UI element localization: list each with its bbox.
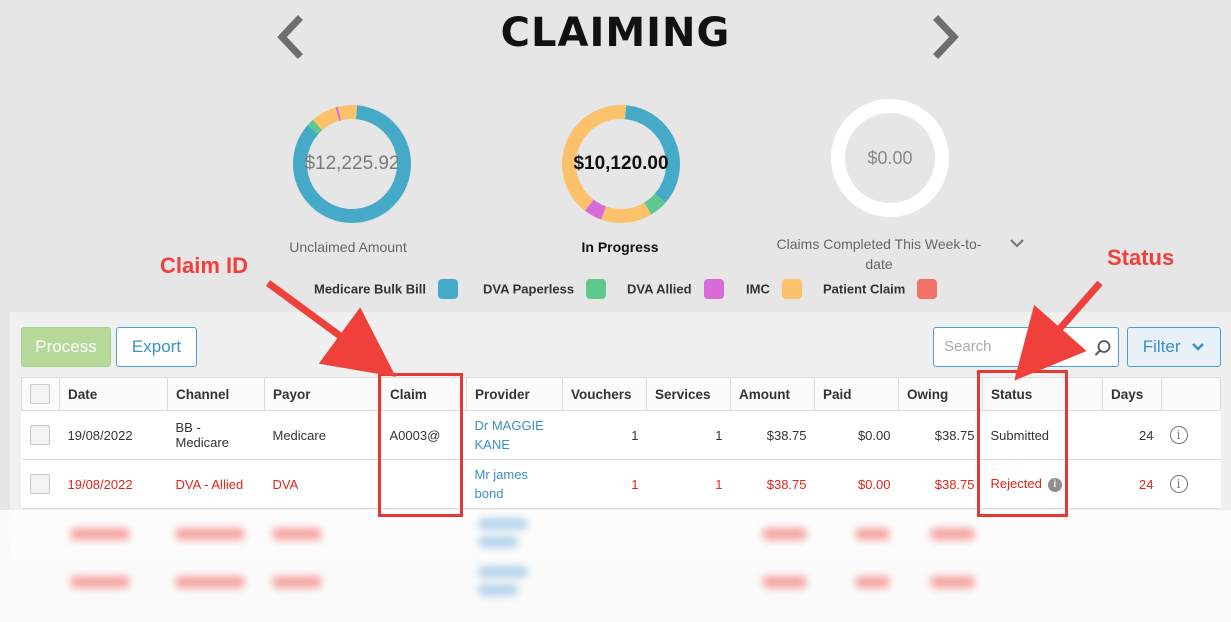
arrow-to-status-column (1014, 280, 1103, 381)
arrow-to-claim-column (265, 280, 396, 377)
annotation-arrows (265, 280, 1103, 381)
